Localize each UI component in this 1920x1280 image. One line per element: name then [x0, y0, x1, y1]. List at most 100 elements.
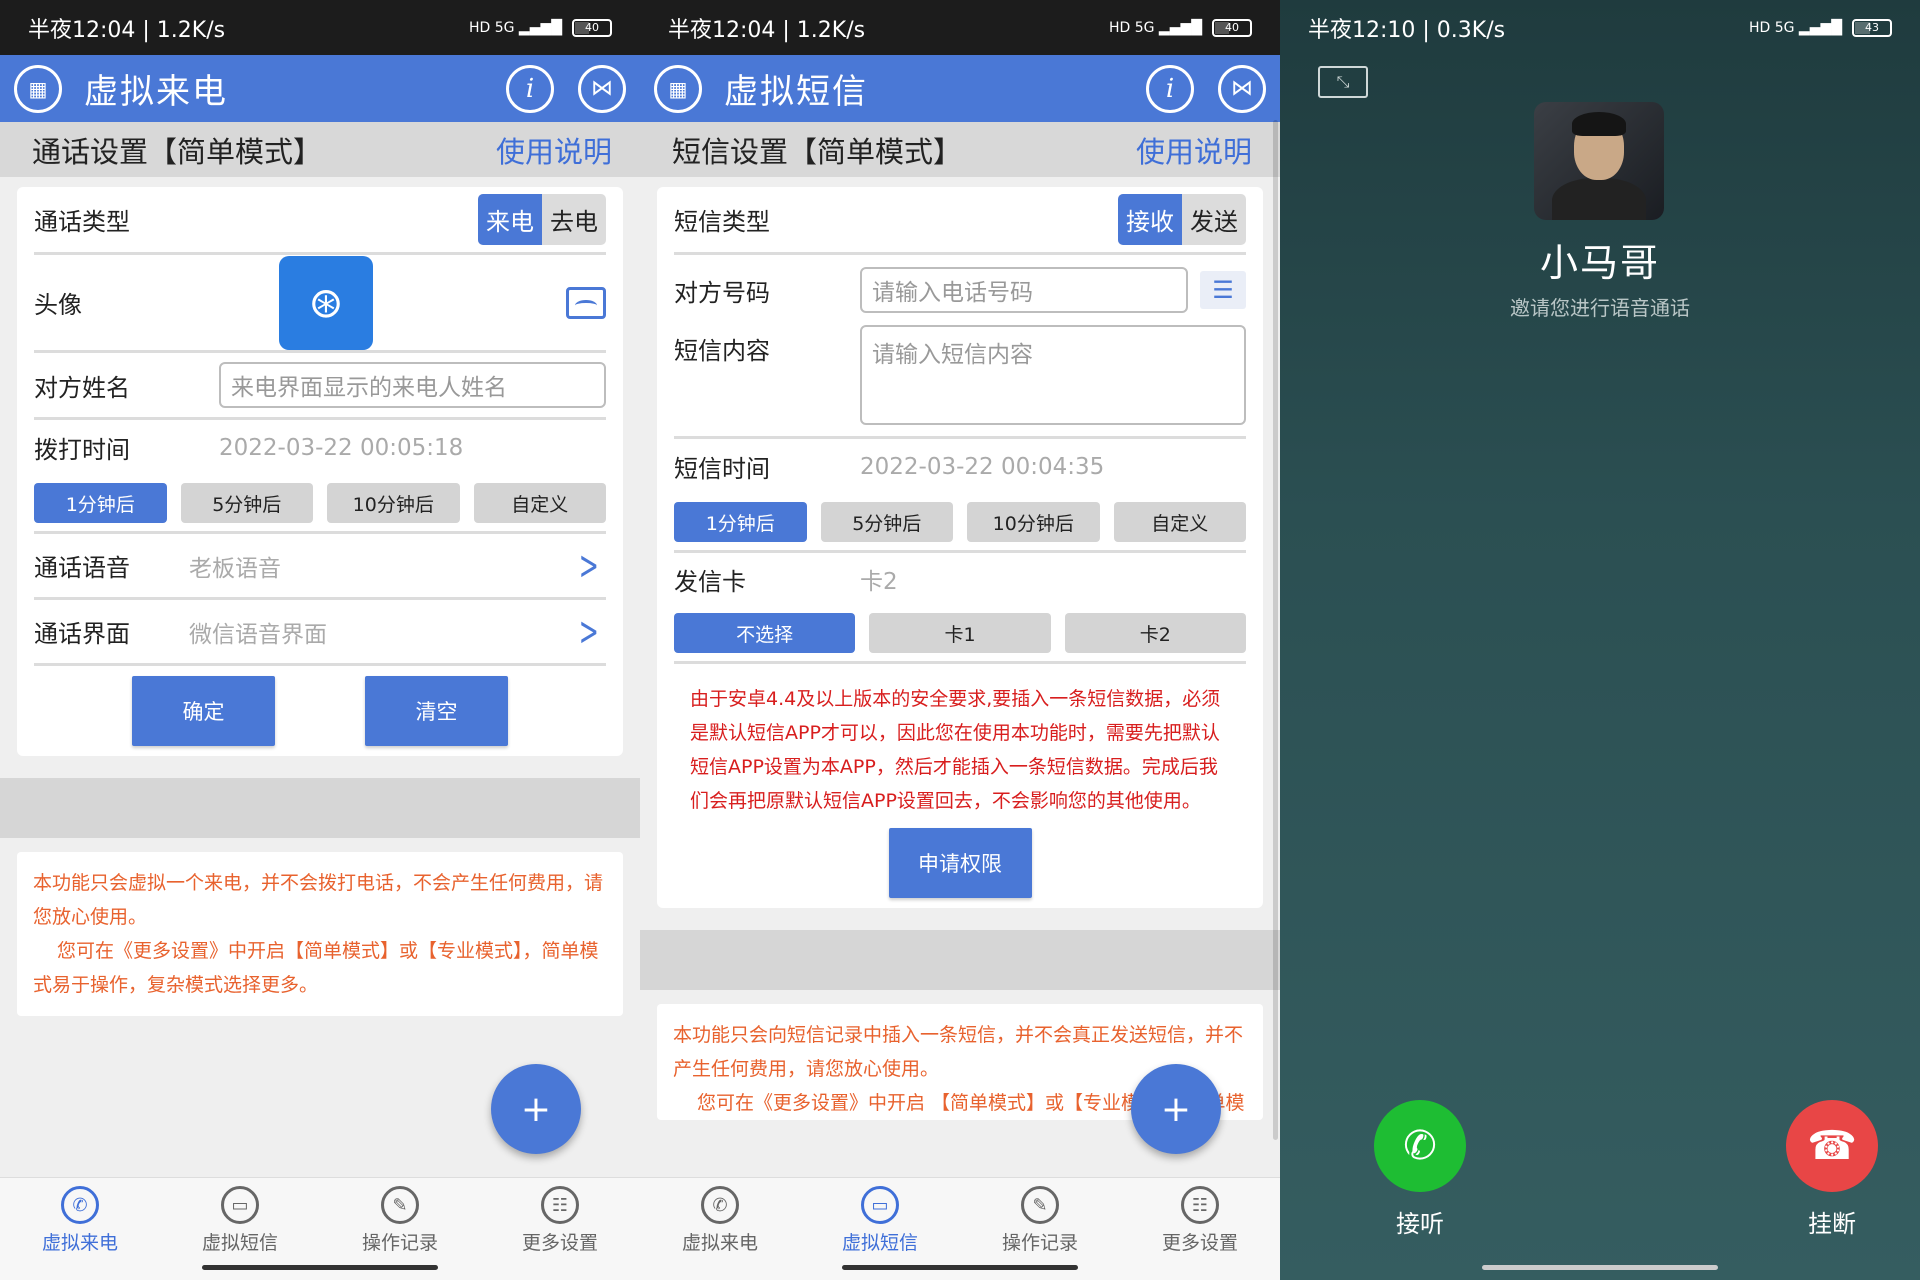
- nav-label: 虚拟来电: [41, 1232, 118, 1254]
- action-row: 确定 清空: [34, 666, 606, 756]
- answer-label: 接听: [1396, 1210, 1444, 1238]
- name-row: 对方姓名 来电界面显示的来电人姓名: [34, 353, 606, 420]
- virtual-call-panel: 半夜12:04 | 1.2K/s HD 5G ▂▄▆█ 40 ▦ 虚拟来电 i …: [0, 0, 640, 1280]
- sms-type-toggle: 接收 发送: [1118, 194, 1246, 245]
- minimize-icon[interactable]: ⤡: [1318, 66, 1368, 98]
- nav-label: 更多设置: [521, 1232, 598, 1254]
- add-fab-button[interactable]: +: [491, 1064, 581, 1154]
- sms-content-input[interactable]: 请输入短信内容: [860, 325, 1246, 425]
- phone-icon: ✆: [701, 1186, 739, 1224]
- info-note: 本功能只会虚拟一个来电，并不会拨打电话，不会产生任何费用，请您放心使用。 您可在…: [17, 852, 623, 1016]
- pick-image-icon[interactable]: [566, 286, 606, 319]
- chevron-right-icon: >: [579, 608, 600, 655]
- share-icon[interactable]: ⋈: [1218, 64, 1266, 113]
- sim-card-label: 发信卡: [674, 567, 746, 596]
- hangup-button[interactable]: ☎: [1786, 1100, 1878, 1192]
- app-title: 虚拟短信: [724, 72, 868, 112]
- preset-5min-button[interactable]: 5分钟后: [820, 502, 953, 542]
- phone-icon: ✆: [1403, 1123, 1437, 1169]
- confirm-button[interactable]: 确定: [132, 676, 275, 746]
- call-type-row: 通话类型 来电 去电: [34, 187, 606, 255]
- nav-label: 操作记录: [361, 1232, 438, 1254]
- answer-button[interactable]: ✆: [1374, 1100, 1466, 1192]
- preset-1min-button[interactable]: 1分钟后: [34, 483, 167, 523]
- app-title: 虚拟来电: [84, 72, 228, 112]
- help-link[interactable]: 使用说明: [1136, 129, 1252, 171]
- home-indicator[interactable]: [202, 1265, 438, 1270]
- sim-1-button[interactable]: 卡1: [869, 613, 1051, 653]
- edit-icon: ✎: [381, 1186, 419, 1224]
- settings-icon: ☷: [1181, 1186, 1219, 1224]
- sim-none-button[interactable]: 不选择: [674, 613, 856, 653]
- scrollbar[interactable]: [1273, 120, 1278, 1140]
- nav-more-settings[interactable]: ☷ 更多设置: [480, 1178, 640, 1280]
- nav-more-settings[interactable]: ☷ 更多设置: [1120, 1178, 1280, 1280]
- content-row: 短信内容 请输入短信内容: [674, 325, 1246, 439]
- call-type-incoming[interactable]: 来电: [478, 194, 542, 245]
- note-line-1: 本功能只会虚拟一个来电，并不会拨打电话，不会产生任何费用，请您放心使用。: [33, 872, 604, 928]
- status-bar: 半夜12:10 | 0.3K/s HD 5G ▂▄▆█ 43: [1280, 0, 1920, 55]
- voice-value: 老板语音: [189, 555, 281, 582]
- help-link[interactable]: 使用说明: [496, 129, 612, 171]
- settings-title: 短信设置【简单模式】: [672, 134, 963, 169]
- app-bar: ▦ 虚拟短信 i ⋈: [640, 55, 1280, 122]
- name-input[interactable]: 来电界面显示的来电人姓名: [219, 362, 606, 408]
- sim-card-value: 卡2: [860, 569, 898, 595]
- preset-5min-button[interactable]: 5分钟后: [180, 483, 313, 523]
- dial-time-value[interactable]: 2022-03-22 00:05:18: [219, 435, 463, 461]
- nav-label: 虚拟短信: [841, 1232, 918, 1254]
- home-indicator[interactable]: [1482, 1265, 1718, 1270]
- info-icon[interactable]: i: [1146, 64, 1194, 113]
- interface-row[interactable]: 通话界面 微信语音界面 >: [34, 600, 606, 666]
- request-row: 申请权限: [674, 818, 1246, 908]
- signal-icon: HD 5G ▂▄▆█: [1108, 19, 1202, 36]
- dial-time-row: 拨打时间 2022-03-22 00:05:18: [34, 420, 606, 475]
- clear-button[interactable]: 清空: [365, 676, 508, 746]
- battery-icon: 40: [572, 18, 612, 37]
- call-type-outgoing[interactable]: 去电: [542, 194, 606, 245]
- app-logo-icon[interactable]: ▦: [654, 64, 702, 113]
- divider-band: [0, 778, 640, 838]
- app-logo-icon[interactable]: ▦: [14, 64, 62, 113]
- status-time: 半夜12:10 | 0.3K/s: [1308, 17, 1506, 43]
- dial-time-label: 拨打时间: [34, 436, 130, 464]
- preset-10min-button[interactable]: 10分钟后: [967, 502, 1100, 542]
- message-icon: ▭: [221, 1186, 259, 1224]
- default-app-warning: 由于安卓4.4及以上版本的安全要求,要插入一条短信数据，必须是默认短信APP才可…: [690, 688, 1221, 812]
- sms-time-value[interactable]: 2022-03-22 00:04:35: [860, 454, 1104, 480]
- phone-icon: ✆: [61, 1186, 99, 1224]
- preset-1min-button[interactable]: 1分钟后: [674, 502, 807, 542]
- request-permission-button[interactable]: 申请权限: [888, 828, 1032, 898]
- preset-10min-button[interactable]: 10分钟后: [327, 483, 460, 523]
- number-row: 对方号码 请输入电话号码 ☰: [674, 255, 1246, 325]
- voice-row[interactable]: 通话语音 老板语音 >: [34, 534, 606, 600]
- sim-card-options: 不选择 卡1 卡2: [674, 605, 1246, 664]
- status-time: 半夜12:04 | 1.2K/s: [668, 17, 866, 43]
- bottom-nav: ✆ 虚拟来电 ▭ 虚拟短信 ✎ 操作记录 ☷ 更多设置: [640, 1177, 1280, 1280]
- contacts-icon[interactable]: ☰: [1200, 271, 1246, 309]
- status-icons: HD 5G ▂▄▆█ 40: [469, 18, 612, 37]
- preset-custom-button[interactable]: 自定义: [1113, 502, 1246, 542]
- time-presets: 1分钟后 5分钟后 10分钟后 自定义: [34, 475, 606, 534]
- share-icon[interactable]: ⋈: [578, 64, 626, 113]
- phone-number-input[interactable]: 请输入电话号码: [860, 267, 1188, 313]
- sim-card-row: 发信卡 卡2: [674, 553, 1246, 605]
- avatar-image[interactable]: ⊛: [279, 255, 373, 350]
- nav-virtual-call[interactable]: ✆ 虚拟来电: [0, 1178, 160, 1280]
- nav-label: 虚拟来电: [681, 1232, 758, 1254]
- nav-virtual-call[interactable]: ✆ 虚拟来电: [640, 1178, 800, 1280]
- home-indicator[interactable]: [842, 1265, 1078, 1270]
- sms-type-label: 短信类型: [674, 208, 770, 236]
- time-presets: 1分钟后 5分钟后 10分钟后 自定义: [674, 494, 1246, 553]
- settings-title: 通话设置【简单模式】: [32, 134, 323, 169]
- hangup-icon: ☎: [1807, 1123, 1857, 1169]
- sms-type-send[interactable]: 发送: [1182, 194, 1246, 245]
- nav-label: 更多设置: [1161, 1232, 1238, 1254]
- info-icon[interactable]: i: [506, 64, 554, 113]
- interface-label: 通话界面: [34, 620, 130, 648]
- sim-2-button[interactable]: 卡2: [1064, 613, 1246, 653]
- preset-custom-button[interactable]: 自定义: [473, 483, 606, 523]
- screenshot-root: 半夜12:04 | 1.2K/s HD 5G ▂▄▆█ 40 ▦ 虚拟来电 i …: [0, 0, 1920, 1280]
- add-fab-button[interactable]: +: [1131, 1064, 1221, 1154]
- sms-type-receive[interactable]: 接收: [1118, 194, 1182, 245]
